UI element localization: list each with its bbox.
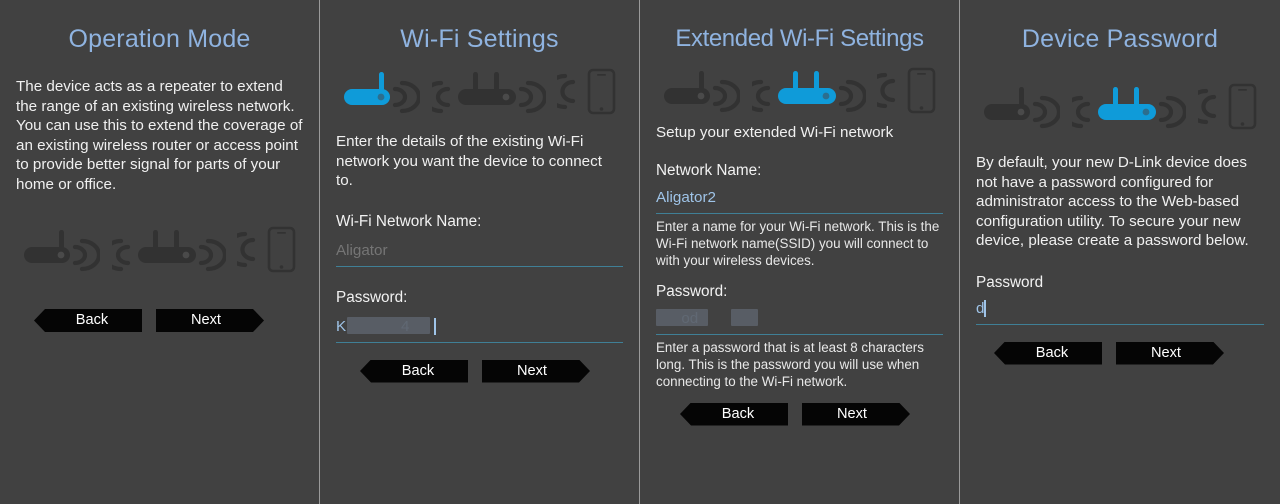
panel-description: Setup your extended Wi-Fi network bbox=[656, 124, 894, 141]
field-hint: Enter a name for your Wi-Fi network. Thi… bbox=[656, 218, 940, 268]
field-network-name: Network Name: Enter a name for your Wi-F… bbox=[656, 161, 943, 269]
text-caret bbox=[434, 317, 436, 335]
next-button[interactable]: Next bbox=[482, 360, 590, 383]
router-double-antenna-icon bbox=[431, 64, 546, 120]
field-extended-password: Password: Enter a password that is at le… bbox=[656, 282, 943, 390]
router-single-antenna-icon bbox=[340, 64, 420, 120]
device-icon-row bbox=[976, 79, 1264, 135]
router-double-antenna-icon bbox=[751, 63, 866, 119]
panel-description: By default, your new D-Link device does … bbox=[976, 154, 1249, 249]
field-label: Network Name: bbox=[656, 161, 762, 179]
back-button[interactable]: Back bbox=[360, 359, 468, 383]
field-device-password: Password bbox=[976, 273, 1264, 325]
field-wifi-password: Password: bbox=[336, 288, 623, 343]
redaction-overlay-right bbox=[731, 308, 758, 326]
router-double-antenna-icon bbox=[111, 222, 226, 278]
next-button[interactable]: Next bbox=[1116, 342, 1224, 365]
field-label: Wi-Fi Network Name: bbox=[336, 212, 482, 230]
field-label: Password: bbox=[336, 288, 408, 306]
back-button[interactable]: Back bbox=[680, 402, 788, 426]
next-button[interactable]: Next bbox=[802, 403, 910, 426]
smartphone-icon bbox=[1198, 79, 1260, 135]
device-icon-row bbox=[336, 64, 623, 120]
page-title: Device Password bbox=[1021, 25, 1219, 53]
extended-network-name-input[interactable] bbox=[656, 185, 943, 214]
page-title: Wi-Fi Settings bbox=[400, 25, 559, 53]
smartphone-icon bbox=[237, 222, 299, 278]
wifi-network-name-input[interactable] bbox=[336, 238, 623, 267]
field-hint: Enter a password that is at least 8 char… bbox=[656, 339, 924, 389]
back-button[interactable]: Back bbox=[994, 341, 1102, 365]
text-caret bbox=[984, 299, 986, 317]
field-label: Password: bbox=[656, 282, 728, 300]
router-double-antenna-icon bbox=[1072, 79, 1186, 135]
page-title: Operation Mode bbox=[68, 25, 251, 53]
router-single-antenna-icon bbox=[20, 222, 100, 278]
panel-device-password: Device Password By default, your new D-L… bbox=[960, 0, 1280, 504]
button-row: Back Next bbox=[976, 341, 1264, 365]
panel-description: The device acts as a repeater to extend … bbox=[16, 78, 303, 193]
page-title: Extended Wi-Fi Settings bbox=[675, 25, 924, 52]
next-button[interactable]: Next bbox=[156, 309, 264, 332]
smartphone-icon bbox=[557, 64, 619, 120]
back-button[interactable]: Back bbox=[34, 309, 142, 332]
device-icon-row bbox=[16, 222, 303, 278]
field-label: Password bbox=[976, 273, 1044, 291]
redaction-overlay bbox=[347, 316, 430, 334]
redaction-overlay-left bbox=[656, 308, 708, 326]
button-row: Back Next bbox=[336, 359, 623, 383]
device-password-input[interactable] bbox=[976, 296, 1264, 325]
wizard-screen: Operation Mode The device acts as a repe… bbox=[0, 0, 1280, 504]
button-row: Back Next bbox=[16, 309, 303, 332]
field-wifi-network-name: Wi-Fi Network Name: bbox=[336, 212, 623, 267]
router-single-antenna-icon bbox=[980, 79, 1060, 135]
device-icon-row bbox=[656, 63, 943, 119]
panel-wifi-settings: Wi-Fi Settings Enter the details of the … bbox=[320, 0, 640, 504]
panel-operation-mode: Operation Mode The device acts as a repe… bbox=[0, 0, 320, 504]
panel-extended-wifi-settings: Extended Wi-Fi Settings Setup your exten… bbox=[640, 0, 960, 504]
panel-description: Enter the details of the existing Wi-Fi … bbox=[336, 133, 602, 189]
button-row: Back Next bbox=[656, 402, 943, 426]
router-single-antenna-icon bbox=[660, 63, 740, 119]
smartphone-icon bbox=[877, 63, 939, 119]
